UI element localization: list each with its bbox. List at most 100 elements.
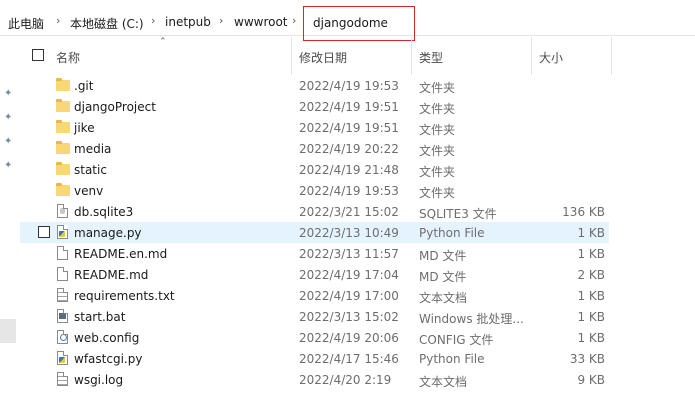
file-row[interactable]: README.en.md 2022/3/13 11:57 MD 文件 1 KB — [20, 243, 609, 264]
file-modified-date: 2022/4/20 2:19 — [299, 373, 392, 387]
file-type: MD 文件 — [419, 249, 467, 263]
file-row[interactable]: wfastcgi.py 2022/4/17 15:46 Python File 33 … — [20, 348, 609, 369]
column-divider[interactable] — [291, 37, 292, 75]
blank-file-icon — [56, 246, 70, 261]
file-row[interactable]: db.sqlite3 2022/3/21 15:02 SQLITE3 文件 136 K… — [20, 201, 609, 222]
breadcrumb-separator-icon[interactable]: › — [219, 14, 223, 27]
file-type: 文件夹 — [419, 81, 456, 95]
file-type: 文件夹 — [419, 144, 456, 158]
column-header: ⌃ 名称 修改日期 类型 大小 — [20, 37, 695, 75]
column-size[interactable]: 大小 — [539, 49, 563, 66]
file-type: Python File — [419, 352, 485, 366]
file-row[interactable]: djangoProject 2022/4/19 19:51 文件夹 — [20, 96, 609, 117]
column-type[interactable]: 类型 — [419, 49, 443, 66]
breadcrumb-separator-icon[interactable]: › — [151, 14, 155, 27]
file-row[interactable]: static 2022/4/19 21:48 文件夹 — [20, 159, 609, 180]
file-type: Python File — [419, 226, 485, 240]
breadcrumb-this-pc[interactable]: 此电脑 — [8, 15, 44, 32]
file-modified-date: 2022/4/19 20:22 — [299, 142, 399, 156]
file-row[interactable]: wsgi.log 2022/4/20 2:19 文本文档 9 KB — [20, 369, 609, 390]
file-name: media — [74, 142, 112, 156]
file-row[interactable]: jike 2022/4/19 19:51 文件夹 — [20, 117, 609, 138]
file-size: 1 KB — [577, 289, 605, 303]
pin-icon: ✦ — [4, 112, 13, 123]
breadcrumb-current-highlight[interactable]: djangodome — [303, 6, 415, 41]
file-type: 文本文档 — [419, 291, 468, 305]
file-row[interactable]: start.bat 2022/3/13 15:02 Windows 批处理... 1 … — [20, 306, 609, 327]
select-all-checkbox[interactable] — [32, 49, 44, 61]
file-row[interactable]: README.md 2022/4/19 17:04 MD 文件 2 KB — [20, 264, 609, 285]
file-size: 1 KB — [577, 226, 605, 240]
file-type: 文本文档 — [419, 375, 468, 389]
breadcrumb-wwwroot[interactable]: wwwroot — [234, 15, 288, 29]
file-name: wfastcgi.py — [74, 352, 143, 366]
file-size: 2 KB — [577, 268, 605, 282]
file-row[interactable]: venv 2022/4/19 19:53 文件夹 — [20, 180, 609, 201]
file-row[interactable]: web.config 2022/4/19 20:06 CONFIG 文件 1 KB — [20, 327, 609, 348]
file-size: 136 KB — [562, 205, 605, 219]
file-size: 1 KB — [577, 331, 605, 345]
file-modified-date: 2022/4/19 17:00 — [299, 289, 399, 303]
row-checkbox[interactable] — [38, 226, 50, 238]
file-name: .git — [74, 79, 94, 93]
address-bar[interactable]: 此电脑 › 本地磁盘 (C:) › inetpub › wwwroot › dj… — [0, 6, 695, 41]
file-name: requirements.txt — [74, 289, 175, 303]
breadcrumb-djangodome[interactable]: djangodome — [313, 16, 388, 30]
breadcrumb-separator-icon[interactable]: › — [292, 14, 296, 27]
file-name: venv — [74, 184, 104, 198]
breadcrumb-separator-icon[interactable]: › — [56, 14, 60, 27]
file-size: 1 KB — [577, 310, 605, 324]
file-type: 文件夹 — [419, 123, 456, 137]
python-file-icon — [56, 225, 70, 240]
file-type: CONFIG 文件 — [419, 333, 494, 347]
file-row[interactable]: requirements.txt 2022/4/19 17:00 文本文档 1 KB — [20, 285, 609, 306]
column-divider[interactable] — [531, 37, 532, 75]
file-row[interactable]: manage.py 2022/3/13 10:49 Python File 1 KB — [20, 222, 609, 243]
navigation-pane: ✦ ✦ ✦ ✦ — [0, 37, 20, 404]
file-modified-date: 2022/3/21 15:02 — [299, 205, 399, 219]
file-modified-date: 2022/4/19 19:53 — [299, 184, 399, 198]
python-file-icon — [56, 351, 70, 366]
breadcrumb-inetpub[interactable]: inetpub — [165, 15, 211, 29]
navigation-selected-item[interactable] — [0, 319, 16, 343]
blank-file-icon — [56, 267, 70, 282]
file-row[interactable]: media 2022/4/19 20:22 文件夹 — [20, 138, 609, 159]
text-file-icon — [56, 372, 70, 387]
column-divider[interactable] — [611, 37, 612, 75]
file-modified-date: 2022/4/19 19:51 — [299, 121, 399, 135]
file-type: 文件夹 — [419, 186, 456, 200]
file-type: SQLITE3 文件 — [419, 207, 497, 221]
file-name: web.config — [74, 331, 140, 345]
folder-icon — [56, 78, 70, 93]
file-row[interactable]: .git 2022/4/19 19:53 文件夹 — [20, 75, 609, 96]
file-type: Windows 批处理... — [419, 312, 524, 326]
pin-icon: ✦ — [4, 160, 13, 171]
column-divider[interactable] — [411, 37, 412, 75]
file-modified-date: 2022/3/13 11:57 — [299, 247, 399, 261]
breadcrumb-local-disk[interactable]: 本地磁盘 (C:) — [70, 15, 144, 32]
file-name: jike — [74, 121, 95, 135]
config-file-icon — [56, 330, 70, 345]
file-modified-date: 2022/4/19 19:51 — [299, 100, 399, 114]
file-name: djangoProject — [74, 100, 156, 114]
file-name: README.en.md — [74, 247, 168, 261]
text-file-icon — [56, 288, 70, 303]
database-file-icon — [56, 204, 70, 219]
folder-icon — [56, 99, 70, 114]
file-modified-date: 2022/3/13 10:49 — [299, 226, 399, 240]
folder-icon — [56, 162, 70, 177]
batch-file-icon — [56, 309, 70, 324]
file-name: manage.py — [74, 226, 142, 240]
file-size: 33 KB — [569, 352, 605, 366]
sort-up-icon: ⌃ — [159, 37, 167, 47]
column-name[interactable]: 名称 — [56, 49, 80, 66]
file-name: start.bat — [74, 310, 126, 324]
file-modified-date: 2022/4/19 21:48 — [299, 163, 399, 177]
file-size: 9 KB — [577, 373, 605, 387]
file-type: MD 文件 — [419, 270, 467, 284]
column-date[interactable]: 修改日期 — [299, 49, 347, 66]
file-modified-date: 2022/4/19 20:06 — [299, 331, 399, 345]
file-name: README.md — [74, 268, 149, 282]
file-modified-date: 2022/4/19 17:04 — [299, 268, 399, 282]
pin-icon: ✦ — [4, 88, 13, 99]
